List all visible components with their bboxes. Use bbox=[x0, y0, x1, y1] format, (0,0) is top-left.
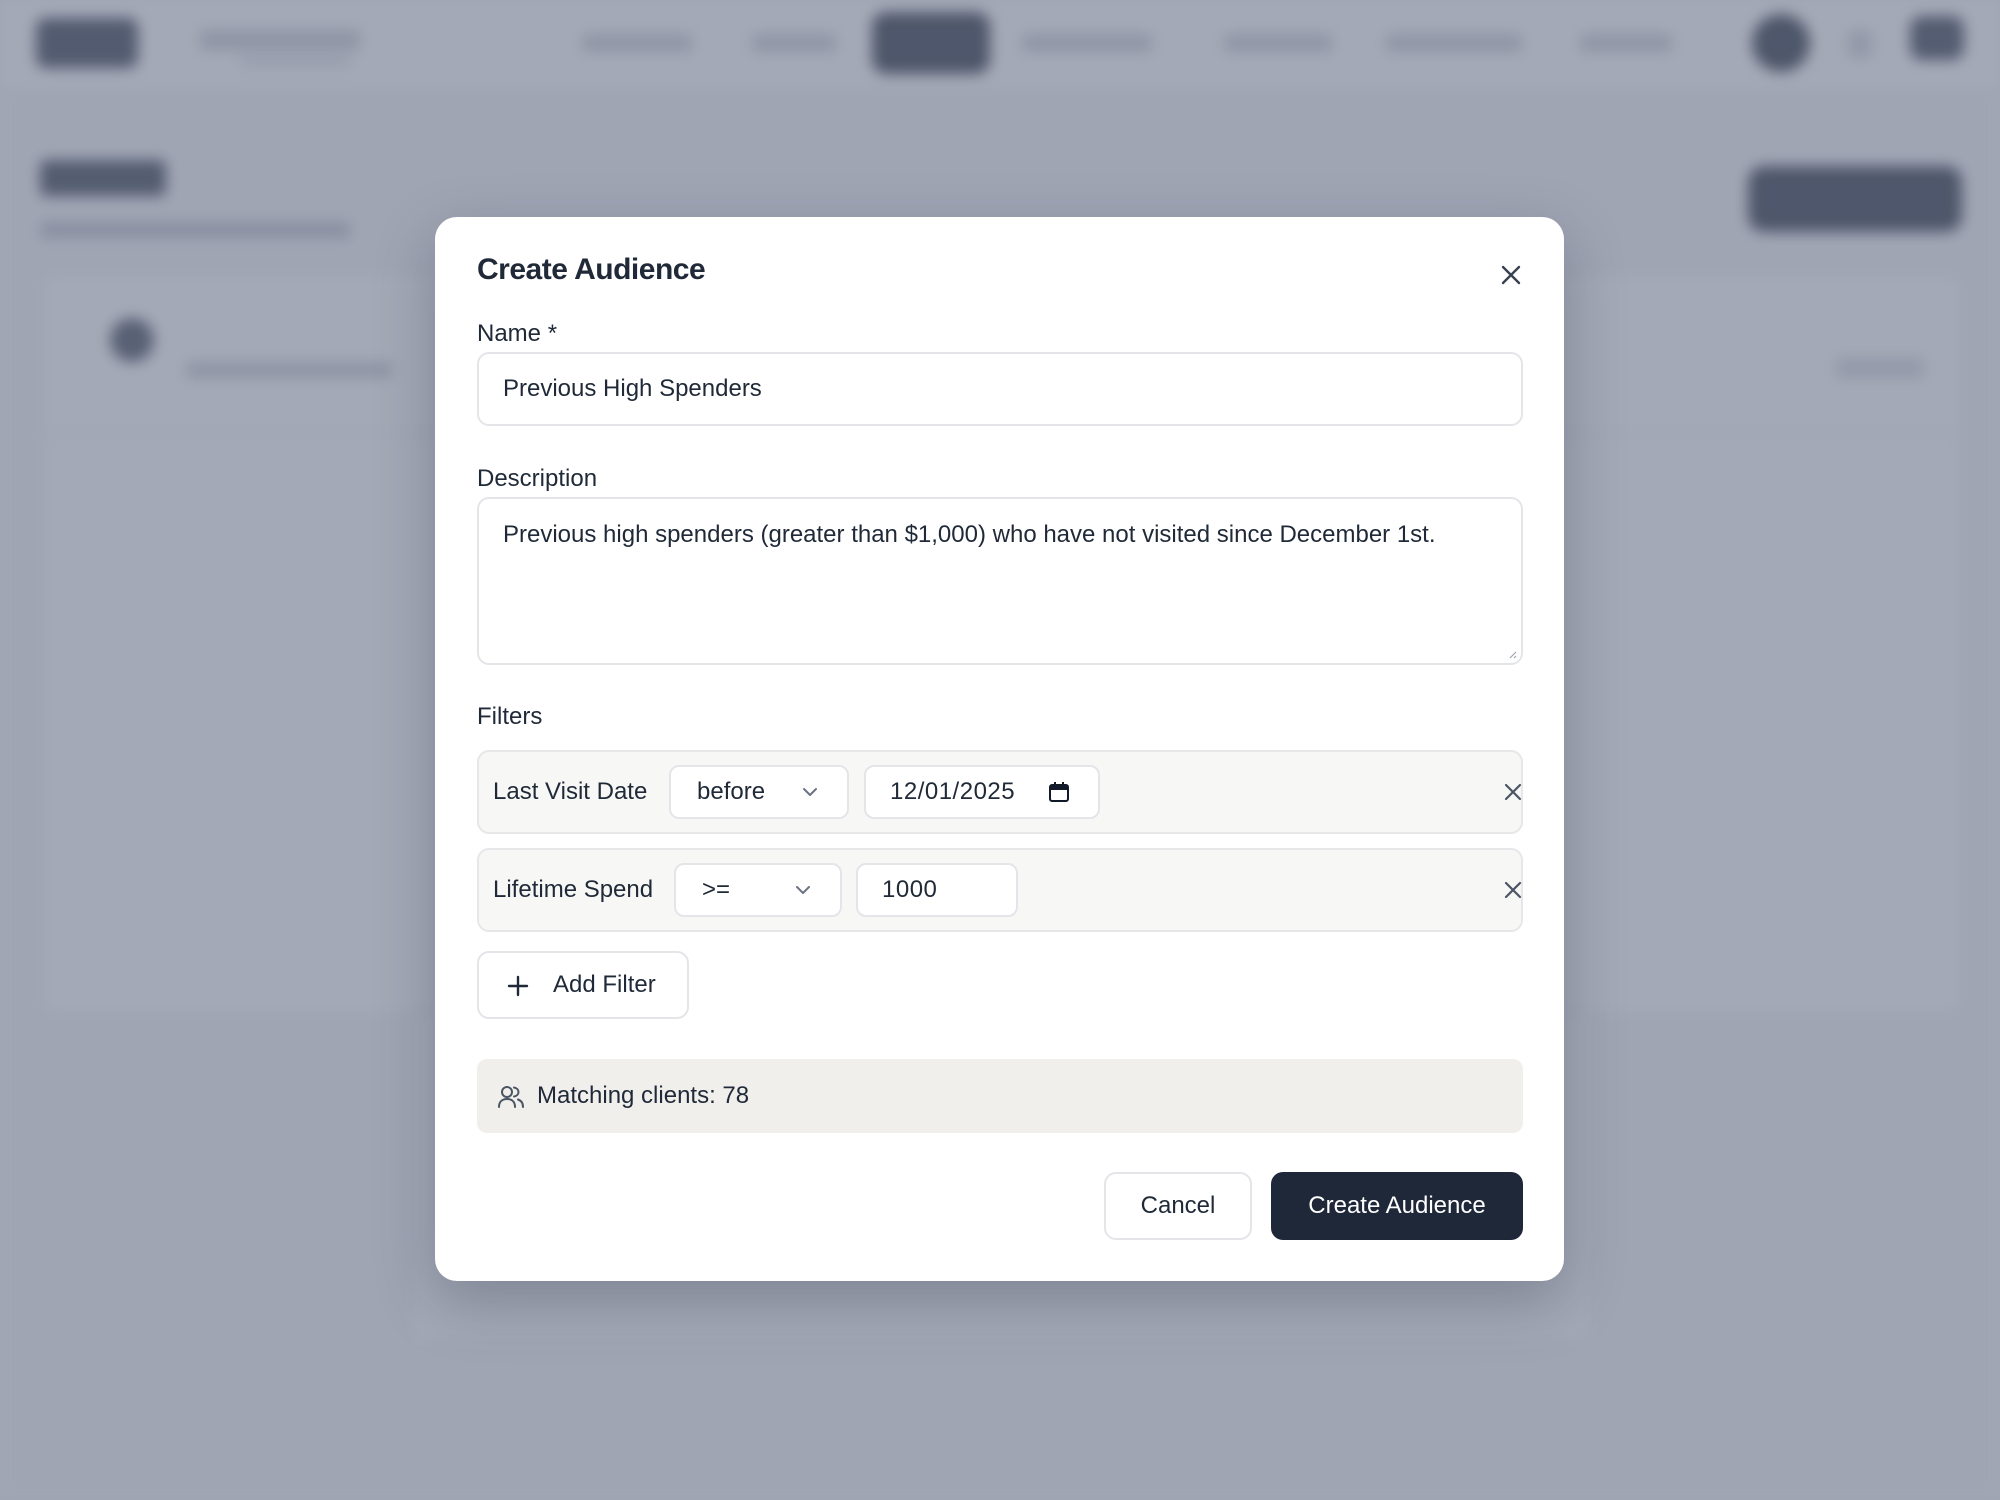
description-text: Previous high spenders (greater than $1,… bbox=[503, 521, 1436, 548]
name-label: Name * bbox=[477, 320, 558, 347]
remove-filter-button[interactable] bbox=[1497, 874, 1529, 906]
description-textarea[interactable]: Previous high spenders (greater than $1,… bbox=[477, 497, 1523, 665]
filter-operator-select[interactable]: before bbox=[669, 765, 849, 819]
cancel-button[interactable]: Cancel bbox=[1104, 1172, 1252, 1240]
filter-field-label: Last Visit Date bbox=[493, 778, 648, 805]
resize-grip-icon[interactable] bbox=[1507, 649, 1517, 659]
filter-field-label: Lifetime Spend bbox=[493, 876, 654, 903]
calendar-icon[interactable] bbox=[1048, 781, 1070, 803]
add-filter-button[interactable]: Add Filter bbox=[477, 951, 689, 1019]
filter-date-input[interactable]: 12/01/2025 bbox=[864, 765, 1100, 819]
remove-filter-icon bbox=[1504, 783, 1522, 801]
add-filter-label: Add Filter bbox=[553, 971, 656, 998]
chevron-down-icon bbox=[796, 886, 810, 894]
filter-row: Last Visit Date before 12/01/2025 bbox=[477, 750, 1523, 834]
filter-value-input[interactable]: 1000 bbox=[856, 863, 1018, 917]
matching-clients-text: Matching clients: 78 bbox=[537, 1082, 750, 1109]
filter-value-text: 1000 bbox=[882, 876, 938, 903]
modal-title: Create Audience bbox=[477, 253, 706, 286]
remove-filter-button[interactable] bbox=[1497, 776, 1529, 808]
filter-operator-value: >= bbox=[702, 876, 731, 903]
description-label: Description bbox=[477, 465, 598, 492]
filter-operator-select[interactable]: >= bbox=[674, 863, 842, 917]
create-audience-modal: Create Audience Name * Previous High Spe… bbox=[435, 217, 1564, 1281]
chevron-down-icon bbox=[803, 788, 817, 796]
close-button[interactable] bbox=[1491, 255, 1531, 295]
plus-icon bbox=[507, 975, 529, 997]
filters-label: Filters bbox=[477, 703, 543, 730]
filter-row: Lifetime Spend >= 1000 bbox=[477, 848, 1523, 932]
name-input[interactable]: Previous High Spenders bbox=[477, 352, 1523, 426]
close-icon bbox=[1501, 265, 1521, 285]
users-icon bbox=[498, 1086, 524, 1108]
filter-date-value: 12/01/2025 bbox=[890, 778, 1016, 805]
filter-operator-value: before bbox=[697, 778, 766, 805]
remove-filter-icon bbox=[1504, 881, 1522, 899]
create-audience-button[interactable]: Create Audience bbox=[1271, 1172, 1523, 1240]
matching-clients-box: Matching clients: 78 bbox=[477, 1059, 1523, 1133]
